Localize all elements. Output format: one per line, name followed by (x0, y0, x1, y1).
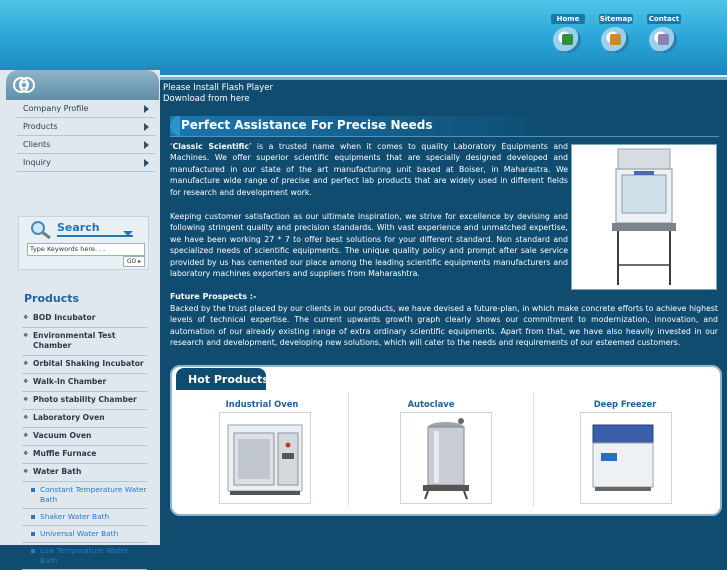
arrow-right-icon (144, 105, 149, 113)
company-name: Classic Scientific (172, 142, 249, 151)
logo-rings-icon (13, 77, 35, 93)
future-prospects-title: Future Prospects :- (170, 292, 257, 301)
sidebar-item-label: Clients (23, 140, 51, 149)
top-nav-home-label: Home (551, 14, 585, 24)
search-input[interactable]: Type Keywords here. . . (27, 243, 145, 256)
top-nav-sitemap-label: Sitemap (599, 14, 633, 24)
product-link[interactable]: Environmental Test Chamber (22, 328, 147, 356)
mission-paragraph: Keeping customer satisfaction as our ult… (170, 212, 568, 279)
product-link[interactable]: Vacuum Oven (22, 428, 147, 446)
arrow-right-icon (144, 159, 149, 167)
product-sublink[interactable]: Shaker Water Bath (22, 509, 147, 526)
hot-products-title: Hot Products (188, 373, 269, 386)
contact-icon (649, 27, 677, 53)
product-sublink[interactable]: Constant Temperature Water Bath (22, 482, 147, 509)
arrow-right-icon (144, 123, 149, 131)
search-go-label: GO (126, 258, 137, 265)
sidebar-item-company-profile[interactable]: Company Profile (17, 101, 155, 118)
flash-download-link[interactable]: Download from here (163, 94, 273, 105)
flash-notice: Please Install Flash Player Download fro… (163, 83, 273, 105)
hot-product-title[interactable]: Industrial Oven (192, 399, 332, 409)
sidebar-item-label: Inquiry (23, 158, 51, 167)
card-divider (348, 392, 349, 506)
heading-rule (170, 136, 719, 137)
flash-install-text: Please Install Flash Player (163, 83, 274, 93)
hot-product-title[interactable]: Autoclave (361, 399, 501, 409)
product-link[interactable]: Water Bath (22, 464, 147, 482)
top-nav-contact-label: Contact (647, 14, 681, 24)
sidebar-item-label: Products (23, 122, 58, 131)
product-link[interactable]: Photo stability Chamber (22, 392, 147, 410)
sidebar-menu: Company Profile Products Clients Inquiry (17, 101, 155, 173)
product-link[interactable]: Orbital Shaking Incubator (22, 356, 147, 374)
future-prospects-text: Backed by the trust placed by our client… (170, 304, 718, 348)
products-heading: Products (24, 292, 80, 305)
product-sublink[interactable]: Low Temperature Water Bath (22, 543, 147, 570)
top-nav-home[interactable]: Home (551, 14, 585, 53)
sidebar-item-inquiry[interactable]: Inquiry (17, 155, 155, 172)
sitemap-icon (601, 27, 629, 53)
sidebar-item-label: Company Profile (23, 104, 89, 113)
intro-paragraph: ‘Classic Scientific’ is a trusted name w… (170, 142, 568, 197)
home-icon (553, 27, 581, 53)
product-link[interactable]: Laboratory Oven (22, 410, 147, 428)
autoclave-image[interactable] (400, 412, 492, 504)
sidebar-item-products[interactable]: Products (17, 119, 155, 136)
sidebar-item-clients[interactable]: Clients (17, 137, 155, 154)
deep-freezer-image[interactable] (580, 412, 672, 504)
product-link[interactable]: Muffle Furnace (22, 446, 147, 464)
product-list: BOD Incubator Environmental Test Chamber… (22, 310, 147, 570)
laminar-hood-image (571, 144, 717, 290)
search-title: Search (57, 221, 100, 234)
product-link[interactable]: BOD Incubator (22, 310, 147, 328)
hot-product-title[interactable]: Deep Freezer (555, 399, 695, 409)
sidebar-logo-tab (6, 70, 159, 100)
search-panel: Search Type Keywords here. . . GO ▸ (18, 216, 149, 270)
industrial-oven-image[interactable] (219, 412, 311, 504)
page-title: Perfect Assistance For Precise Needs (181, 118, 433, 132)
arrow-right-icon (144, 141, 149, 149)
search-go-button[interactable]: GO ▸ (123, 256, 145, 267)
chevron-down-icon (123, 231, 133, 236)
product-link[interactable]: Walk-In Chamber (22, 374, 147, 392)
top-nav-contact[interactable]: Contact (647, 14, 681, 53)
card-divider (533, 392, 534, 506)
search-divider (57, 235, 133, 237)
search-icon (31, 221, 51, 240)
product-sublink[interactable]: Universal Water Bath (22, 526, 147, 543)
top-nav-sitemap[interactable]: Sitemap (599, 14, 633, 53)
